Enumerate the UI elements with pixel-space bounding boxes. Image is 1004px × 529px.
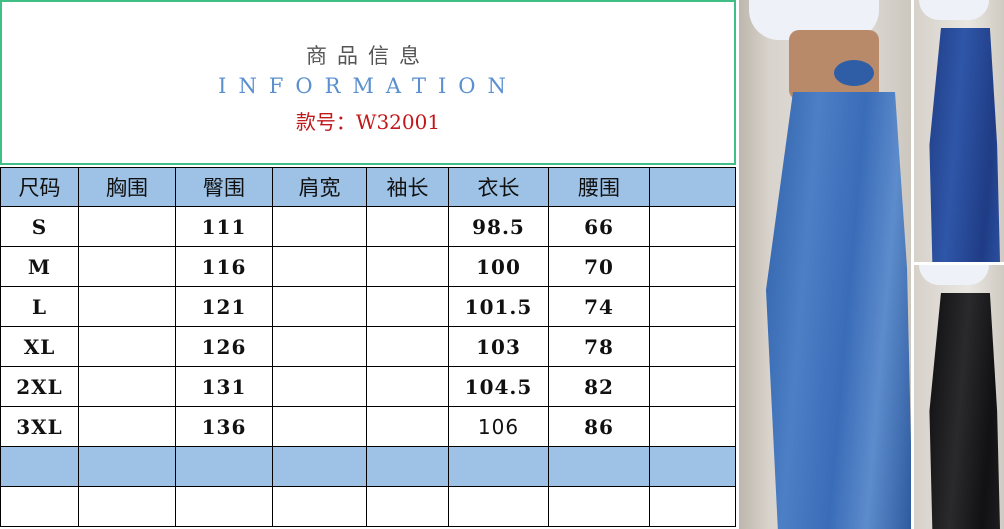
table-cell	[366, 326, 449, 367]
table-cell: 74	[548, 286, 650, 327]
table-cell: 106	[448, 406, 549, 447]
column-header	[649, 167, 736, 207]
table-cell	[366, 366, 449, 407]
table-cell: 121	[175, 286, 273, 327]
product-info-title: 商品信息	[306, 44, 430, 68]
size-cell: 2XL	[0, 366, 79, 407]
table-cell: 70	[548, 246, 650, 287]
table-cell: 103	[448, 326, 549, 367]
table-row: S 111 98.5 66	[0, 206, 736, 247]
table-cell: 104.5	[448, 366, 549, 407]
table-cell	[272, 246, 367, 287]
table-cell	[548, 446, 650, 487]
table-cell	[78, 486, 176, 527]
table-cell	[175, 486, 273, 527]
table-cell	[272, 206, 367, 247]
table-cell	[649, 366, 736, 407]
pants-shape	[929, 28, 1000, 262]
product-photo-black	[914, 265, 1004, 529]
table-cell: 111	[175, 206, 273, 247]
product-photo-blue	[914, 0, 1004, 262]
column-header: 腰围	[548, 167, 650, 207]
table-cell	[448, 446, 549, 487]
table-cell	[649, 326, 736, 367]
table-cell: 100	[448, 246, 549, 287]
table-cell: 101.5	[448, 286, 549, 327]
information-subtitle: INFORMATION	[218, 74, 518, 98]
table-cell	[649, 246, 736, 287]
table-row: 2XL 131 104.5 82	[0, 366, 736, 407]
table-cell	[78, 286, 176, 327]
column-header: 袖长	[366, 167, 449, 207]
table-row-empty	[0, 486, 736, 527]
table-cell	[366, 206, 449, 247]
table-cell	[272, 446, 367, 487]
table-cell: 131	[175, 366, 273, 407]
column-header: 胸围	[78, 167, 176, 207]
belt-bow-shape	[834, 60, 874, 86]
table-cell: 66	[548, 206, 650, 247]
table-cell	[272, 406, 367, 447]
table-cell	[649, 406, 736, 447]
table-row: L 121 101.5 74	[0, 286, 736, 327]
table-row: XL 126 103 78	[0, 326, 736, 367]
table-cell: 136	[175, 406, 273, 447]
table-cell	[78, 246, 176, 287]
size-cell: S	[0, 206, 79, 247]
column-header: 衣长	[448, 167, 549, 207]
pants-shape	[929, 293, 1000, 529]
pants-shape	[766, 92, 911, 529]
table-cell	[649, 206, 736, 247]
table-cell	[78, 366, 176, 407]
size-cell: XL	[0, 326, 79, 367]
table-cell	[366, 286, 449, 327]
table-cell	[366, 406, 449, 447]
table-cell	[78, 406, 176, 447]
table-cell	[0, 446, 79, 487]
table-cell	[78, 446, 176, 487]
table-cell: 82	[548, 366, 650, 407]
table-cell	[448, 486, 549, 527]
column-header: 尺码	[0, 167, 79, 207]
table-cell	[272, 326, 367, 367]
table-cell	[78, 326, 176, 367]
table-cell	[649, 286, 736, 327]
table-header-row: 尺码 胸围 臀围 肩宽 袖长 衣长 腰围	[0, 167, 736, 207]
size-chart-table: 尺码 胸围 臀围 肩宽 袖长 衣长 腰围 S 111 98.5 66 M 116	[0, 167, 736, 527]
table-cell: 78	[548, 326, 650, 367]
table-cell	[366, 246, 449, 287]
product-photo-main	[739, 0, 911, 529]
size-cell: 3XL	[0, 406, 79, 447]
table-cell	[272, 366, 367, 407]
table-row-empty-highlight	[0, 446, 736, 487]
table-cell	[272, 286, 367, 327]
size-cell: M	[0, 246, 79, 287]
style-number: 款号：W32001	[295, 110, 441, 134]
table-cell: 116	[175, 246, 273, 287]
table-cell	[272, 486, 367, 527]
table-row: M 116 100 70	[0, 246, 736, 287]
table-cell	[366, 446, 449, 487]
table-cell	[548, 486, 650, 527]
table-cell	[0, 486, 79, 527]
table-cell: 98.5	[448, 206, 549, 247]
table-cell	[649, 446, 736, 487]
table-cell: 126	[175, 326, 273, 367]
table-cell	[175, 446, 273, 487]
column-header: 肩宽	[272, 167, 367, 207]
product-info-header: 商品信息 INFORMATION 款号：W32001	[0, 0, 736, 165]
table-cell	[366, 486, 449, 527]
shirt-shape	[919, 265, 989, 285]
column-header: 臀围	[175, 167, 273, 207]
shirt-shape	[919, 0, 989, 20]
size-cell: L	[0, 286, 79, 327]
table-cell	[649, 486, 736, 527]
table-row: 3XL 136 106 86	[0, 406, 736, 447]
table-cell: 86	[548, 406, 650, 447]
table-cell	[78, 206, 176, 247]
